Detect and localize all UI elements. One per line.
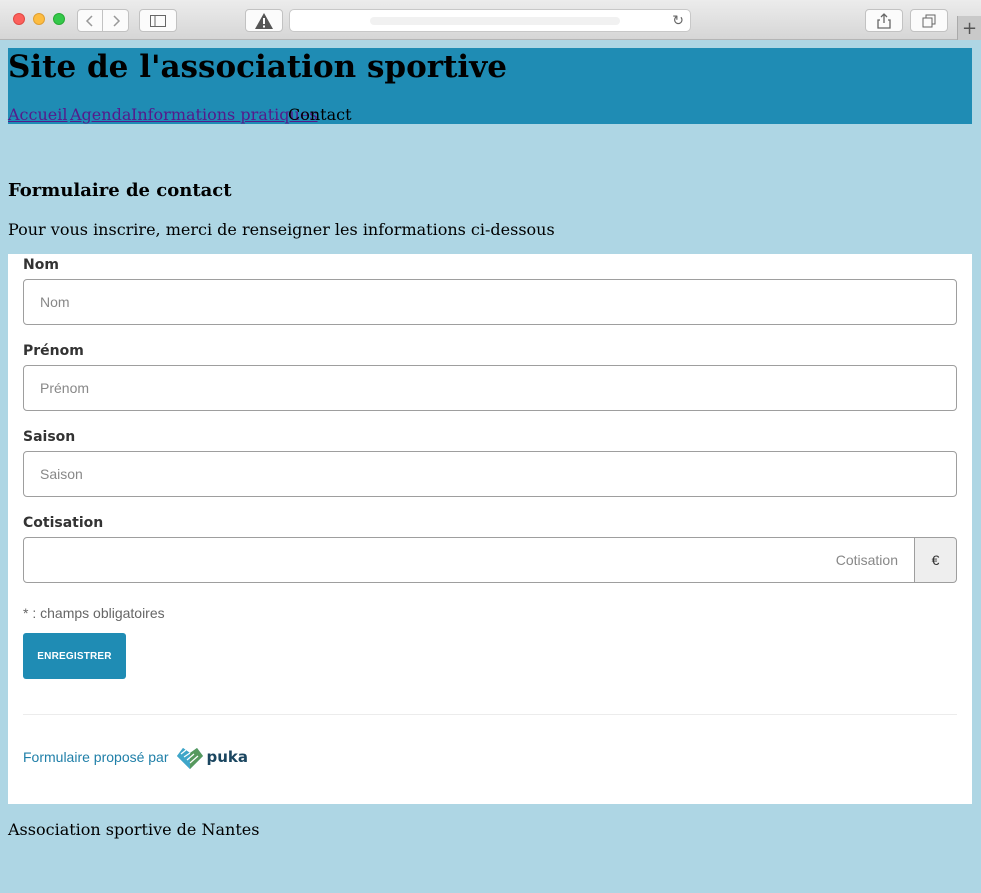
divider xyxy=(23,714,957,715)
cotisation-input[interactable] xyxy=(23,537,915,583)
tabs-icon xyxy=(922,14,936,27)
saison-label: Saison xyxy=(23,429,76,445)
intro-text: Pour vous inscrire, merci de renseigner … xyxy=(8,220,555,239)
close-window-button[interactable] xyxy=(13,13,25,25)
sidebar-toggle-button[interactable] xyxy=(139,9,177,32)
zoom-window-button[interactable] xyxy=(53,13,65,25)
warning-triangle-icon xyxy=(255,12,273,29)
required-fields-note: * : champs obligatoires xyxy=(23,605,165,621)
nom-label: Nom xyxy=(23,257,59,273)
share-button[interactable] xyxy=(865,9,903,32)
nav-item-contact: Contact xyxy=(288,105,352,124)
puka-logo-link[interactable]: puka xyxy=(175,744,249,770)
contact-form: Nom Prénom Saison Cotisation € * : champ… xyxy=(8,254,972,804)
cotisation-label: Cotisation xyxy=(23,515,104,531)
puka-brand-text: puka xyxy=(206,748,249,766)
nav-link-accueil[interactable]: Accueil xyxy=(8,106,67,124)
powered-by: Formulaire proposé par puka xyxy=(23,744,248,770)
new-tab-button[interactable]: + xyxy=(957,16,981,40)
security-warning-button[interactable] xyxy=(245,9,283,32)
prenom-input[interactable] xyxy=(23,365,957,411)
puka-logo-icon xyxy=(176,748,203,769)
address-bar[interactable]: ↻ xyxy=(289,9,691,32)
reload-icon[interactable]: ↻ xyxy=(672,13,684,29)
back-button[interactable] xyxy=(77,9,103,32)
browser-toolbar: ↻ + xyxy=(0,0,981,40)
minimize-window-button[interactable] xyxy=(33,13,45,25)
nav-link-agenda[interactable]: Agenda xyxy=(70,106,131,124)
euro-addon: € xyxy=(915,537,957,583)
saison-input[interactable] xyxy=(23,451,957,497)
chevron-left-icon xyxy=(85,14,93,27)
page-heading: Formulaire de contact xyxy=(8,180,232,201)
sidebar-icon xyxy=(150,14,166,27)
prenom-label: Prénom xyxy=(23,343,84,359)
save-button[interactable]: ENREGISTRER xyxy=(23,633,126,679)
url-text xyxy=(370,17,620,25)
powered-by-text: Formulaire proposé par xyxy=(23,749,169,765)
nom-input[interactable] xyxy=(23,279,957,325)
forward-button[interactable] xyxy=(103,9,129,32)
footer-text: Association sportive de Nantes xyxy=(8,820,260,839)
cotisation-input-group: € xyxy=(23,537,957,583)
share-icon xyxy=(877,12,891,29)
tabs-overview-button[interactable] xyxy=(910,9,948,32)
site-title: Site de l'association sportive xyxy=(8,49,507,85)
chevron-right-icon xyxy=(112,14,120,27)
